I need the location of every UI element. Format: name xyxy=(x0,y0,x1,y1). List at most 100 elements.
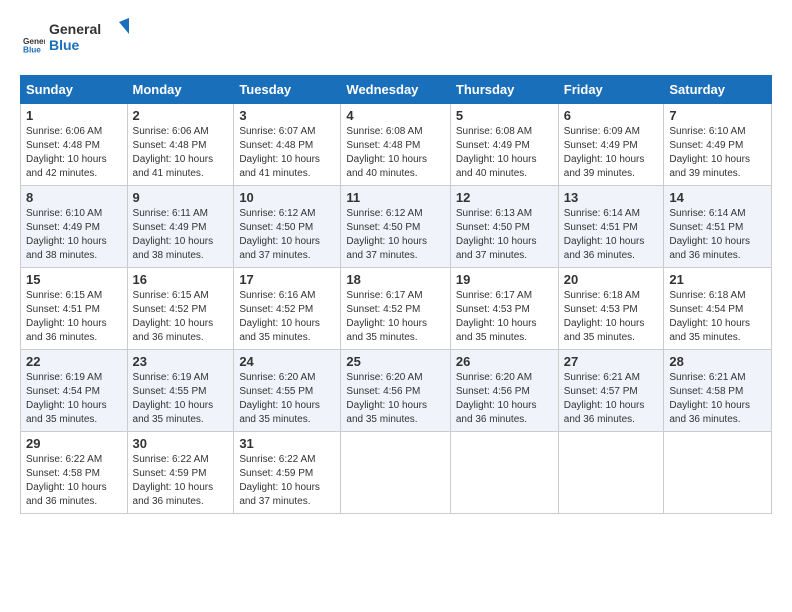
column-header-sunday: Sunday xyxy=(21,76,128,104)
sunset-label: Sunset: 4:59 PM xyxy=(239,468,313,479)
sunrise-label: Sunrise: 6:21 AM xyxy=(669,372,745,383)
day-number: 17 xyxy=(239,272,335,287)
daylight-label: Daylight: 10 hours and 42 minutes. xyxy=(26,154,107,179)
daylight-label: Daylight: 10 hours and 37 minutes. xyxy=(456,236,537,261)
day-number: 24 xyxy=(239,354,335,369)
day-info: Sunrise: 6:21 AM Sunset: 4:57 PM Dayligh… xyxy=(564,371,659,427)
day-number: 14 xyxy=(669,190,766,205)
day-cell: 31 Sunrise: 6:22 AM Sunset: 4:59 PM Dayl… xyxy=(234,432,341,514)
day-number: 29 xyxy=(26,436,122,451)
day-cell: 1 Sunrise: 6:06 AM Sunset: 4:48 PM Dayli… xyxy=(21,104,128,186)
daylight-label: Daylight: 10 hours and 41 minutes. xyxy=(133,154,214,179)
sunrise-label: Sunrise: 6:22 AM xyxy=(133,454,209,465)
day-info: Sunrise: 6:17 AM Sunset: 4:53 PM Dayligh… xyxy=(456,289,553,345)
day-number: 3 xyxy=(239,108,335,123)
day-cell: 10 Sunrise: 6:12 AM Sunset: 4:50 PM Dayl… xyxy=(234,186,341,268)
day-number: 18 xyxy=(346,272,444,287)
day-info: Sunrise: 6:17 AM Sunset: 4:52 PM Dayligh… xyxy=(346,289,444,345)
day-cell: 25 Sunrise: 6:20 AM Sunset: 4:56 PM Dayl… xyxy=(341,350,450,432)
day-cell: 23 Sunrise: 6:19 AM Sunset: 4:55 PM Dayl… xyxy=(127,350,234,432)
day-number: 25 xyxy=(346,354,444,369)
sunset-label: Sunset: 4:52 PM xyxy=(239,304,313,315)
daylight-label: Daylight: 10 hours and 36 minutes. xyxy=(564,400,645,425)
calendar-body: 1 Sunrise: 6:06 AM Sunset: 4:48 PM Dayli… xyxy=(21,104,772,514)
day-cell: 16 Sunrise: 6:15 AM Sunset: 4:52 PM Dayl… xyxy=(127,268,234,350)
day-info: Sunrise: 6:18 AM Sunset: 4:53 PM Dayligh… xyxy=(564,289,659,345)
sunset-label: Sunset: 4:56 PM xyxy=(456,386,530,397)
day-cell: 28 Sunrise: 6:21 AM Sunset: 4:58 PM Dayl… xyxy=(664,350,772,432)
day-cell: 13 Sunrise: 6:14 AM Sunset: 4:51 PM Dayl… xyxy=(558,186,664,268)
sunrise-label: Sunrise: 6:17 AM xyxy=(346,290,422,301)
sunrise-label: Sunrise: 6:14 AM xyxy=(669,208,745,219)
daylight-label: Daylight: 10 hours and 35 minutes. xyxy=(133,400,214,425)
day-info: Sunrise: 6:19 AM Sunset: 4:55 PM Dayligh… xyxy=(133,371,229,427)
sunrise-label: Sunrise: 6:08 AM xyxy=(456,126,532,137)
sunset-label: Sunset: 4:48 PM xyxy=(346,140,420,151)
day-number: 7 xyxy=(669,108,766,123)
column-header-friday: Friday xyxy=(558,76,664,104)
day-number: 6 xyxy=(564,108,659,123)
day-info: Sunrise: 6:21 AM Sunset: 4:58 PM Dayligh… xyxy=(669,371,766,427)
sunset-label: Sunset: 4:49 PM xyxy=(133,222,207,233)
day-info: Sunrise: 6:20 AM Sunset: 4:56 PM Dayligh… xyxy=(346,371,444,427)
sunset-label: Sunset: 4:50 PM xyxy=(456,222,530,233)
day-info: Sunrise: 6:08 AM Sunset: 4:48 PM Dayligh… xyxy=(346,125,444,181)
sunrise-label: Sunrise: 6:11 AM xyxy=(133,208,208,219)
day-info: Sunrise: 6:20 AM Sunset: 4:55 PM Dayligh… xyxy=(239,371,335,427)
sunset-label: Sunset: 4:57 PM xyxy=(564,386,638,397)
sunset-label: Sunset: 4:51 PM xyxy=(669,222,743,233)
sunrise-label: Sunrise: 6:15 AM xyxy=(26,290,102,301)
day-info: Sunrise: 6:19 AM Sunset: 4:54 PM Dayligh… xyxy=(26,371,122,427)
day-number: 15 xyxy=(26,272,122,287)
sunrise-label: Sunrise: 6:18 AM xyxy=(564,290,640,301)
day-info: Sunrise: 6:15 AM Sunset: 4:51 PM Dayligh… xyxy=(26,289,122,345)
day-number: 12 xyxy=(456,190,553,205)
sunrise-label: Sunrise: 6:10 AM xyxy=(26,208,102,219)
daylight-label: Daylight: 10 hours and 35 minutes. xyxy=(239,400,320,425)
day-cell: 5 Sunrise: 6:08 AM Sunset: 4:49 PM Dayli… xyxy=(450,104,558,186)
day-info: Sunrise: 6:20 AM Sunset: 4:56 PM Dayligh… xyxy=(456,371,553,427)
daylight-label: Daylight: 10 hours and 37 minutes. xyxy=(346,236,427,261)
day-info: Sunrise: 6:09 AM Sunset: 4:49 PM Dayligh… xyxy=(564,125,659,181)
svg-text:Blue: Blue xyxy=(23,46,41,55)
sunrise-label: Sunrise: 6:22 AM xyxy=(26,454,102,465)
sunrise-label: Sunrise: 6:14 AM xyxy=(564,208,640,219)
daylight-label: Daylight: 10 hours and 38 minutes. xyxy=(26,236,107,261)
sunrise-label: Sunrise: 6:20 AM xyxy=(456,372,532,383)
day-cell: 20 Sunrise: 6:18 AM Sunset: 4:53 PM Dayl… xyxy=(558,268,664,350)
calendar-header-row: SundayMondayTuesdayWednesdayThursdayFrid… xyxy=(21,76,772,104)
day-number: 13 xyxy=(564,190,659,205)
day-number: 21 xyxy=(669,272,766,287)
sunset-label: Sunset: 4:49 PM xyxy=(669,140,743,151)
day-number: 22 xyxy=(26,354,122,369)
day-info: Sunrise: 6:12 AM Sunset: 4:50 PM Dayligh… xyxy=(239,207,335,263)
sunset-label: Sunset: 4:53 PM xyxy=(456,304,530,315)
sunset-label: Sunset: 4:48 PM xyxy=(26,140,100,151)
day-number: 20 xyxy=(564,272,659,287)
day-info: Sunrise: 6:07 AM Sunset: 4:48 PM Dayligh… xyxy=(239,125,335,181)
day-cell: 29 Sunrise: 6:22 AM Sunset: 4:58 PM Dayl… xyxy=(21,432,128,514)
day-cell: 8 Sunrise: 6:10 AM Sunset: 4:49 PM Dayli… xyxy=(21,186,128,268)
daylight-label: Daylight: 10 hours and 35 minutes. xyxy=(456,318,537,343)
day-info: Sunrise: 6:10 AM Sunset: 4:49 PM Dayligh… xyxy=(26,207,122,263)
daylight-label: Daylight: 10 hours and 38 minutes. xyxy=(133,236,214,261)
sunset-label: Sunset: 4:50 PM xyxy=(239,222,313,233)
column-header-tuesday: Tuesday xyxy=(234,76,341,104)
sunset-label: Sunset: 4:58 PM xyxy=(26,468,100,479)
svg-text:General: General xyxy=(49,21,101,37)
sunset-label: Sunset: 4:55 PM xyxy=(133,386,207,397)
sunset-label: Sunset: 4:56 PM xyxy=(346,386,420,397)
day-info: Sunrise: 6:14 AM Sunset: 4:51 PM Dayligh… xyxy=(564,207,659,263)
week-row-3: 15 Sunrise: 6:15 AM Sunset: 4:51 PM Dayl… xyxy=(21,268,772,350)
daylight-label: Daylight: 10 hours and 35 minutes. xyxy=(26,400,107,425)
sunset-label: Sunset: 4:50 PM xyxy=(346,222,420,233)
sunset-label: Sunset: 4:54 PM xyxy=(669,304,743,315)
daylight-label: Daylight: 10 hours and 36 minutes. xyxy=(26,482,107,507)
daylight-label: Daylight: 10 hours and 41 minutes. xyxy=(239,154,320,179)
day-number: 10 xyxy=(239,190,335,205)
daylight-label: Daylight: 10 hours and 39 minutes. xyxy=(564,154,645,179)
daylight-label: Daylight: 10 hours and 35 minutes. xyxy=(346,318,427,343)
day-number: 27 xyxy=(564,354,659,369)
logo-icon: General Blue xyxy=(23,34,45,56)
day-cell: 15 Sunrise: 6:15 AM Sunset: 4:51 PM Dayl… xyxy=(21,268,128,350)
